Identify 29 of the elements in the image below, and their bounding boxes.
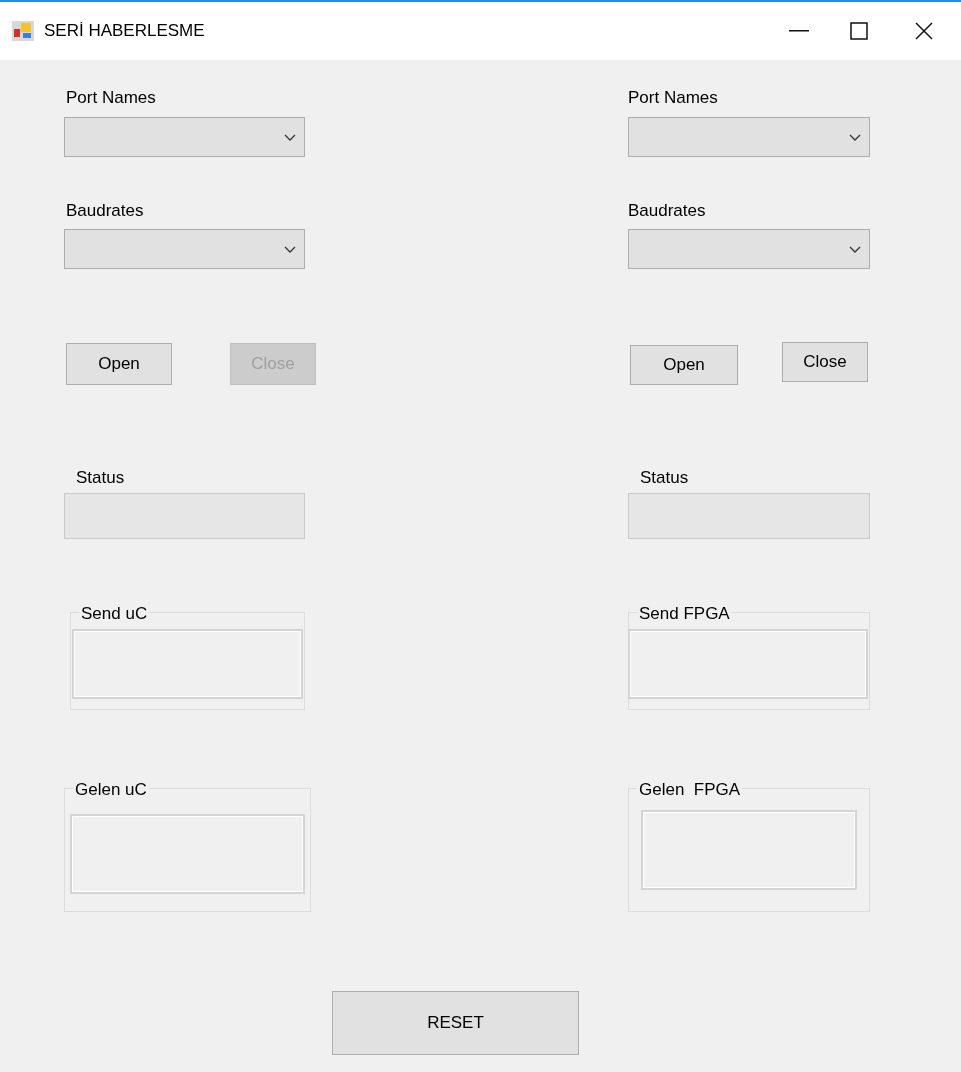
status-field[interactable] [628, 493, 870, 539]
dropdown[interactable] [628, 229, 870, 269]
status-field[interactable] [64, 493, 305, 539]
received-text-field[interactable] [641, 810, 857, 890]
dropdown[interactable] [628, 117, 870, 157]
chevron-down-icon [284, 245, 296, 253]
send-text-field[interactable] [72, 629, 303, 699]
dropdown[interactable] [64, 229, 305, 269]
field-label: Port Names [628, 87, 718, 109]
chevron-down-icon [849, 133, 861, 141]
field-label: Status [76, 467, 125, 489]
received-text-field[interactable] [70, 814, 305, 894]
field-label: Status [640, 467, 689, 489]
maximize-icon [850, 22, 868, 40]
reset-button[interactable]: RESET [332, 991, 579, 1055]
window-title: SERİ HABERLESME [44, 20, 205, 43]
field-label: Port Names [66, 87, 156, 109]
dropdown[interactable] [64, 117, 305, 157]
chevron-down-icon [284, 133, 296, 141]
field-label: Baudrates [66, 200, 144, 222]
button[interactable]: Close [782, 342, 868, 382]
app-icon [12, 21, 34, 41]
send-text-field[interactable] [628, 629, 868, 699]
field-label: Baudrates [628, 200, 706, 222]
chevron-down-icon [849, 245, 861, 253]
button[interactable]: Open [66, 343, 172, 385]
button[interactable]: Open [630, 345, 738, 385]
close-icon [915, 22, 933, 40]
minimize-icon [789, 30, 809, 32]
